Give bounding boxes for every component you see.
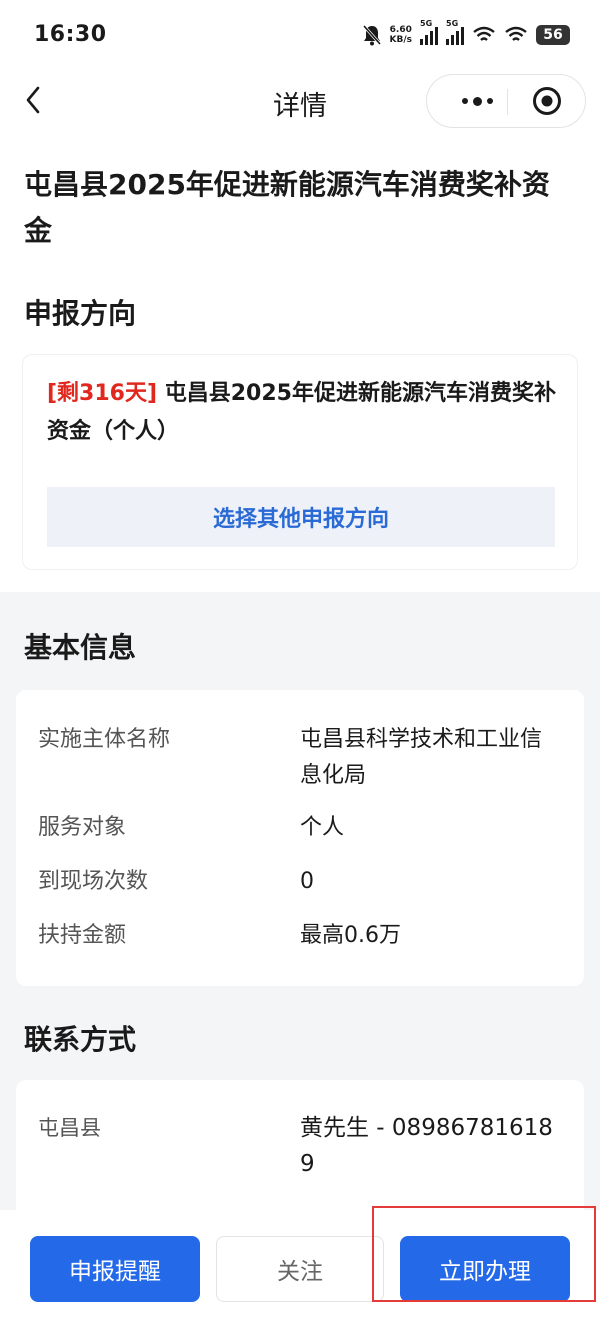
contact-value[interactable]: 黄先生 - 08986781618 9 [300,1110,562,1182]
close-miniprogram-icon[interactable] [531,85,563,117]
capsule-divider [507,89,508,115]
network-speed: 6.60 KB/s [390,25,412,45]
network-speed-unit: KB/s [389,35,412,45]
info-label: 实施主体名称 [38,727,171,752]
network-speed-value: 6.60 [389,25,412,35]
mute-bell-icon [362,25,381,46]
policy-title: 屯昌县2025年促进新能源汽车消费奖补资金 [24,168,550,247]
contact-label: 屯昌县 [38,1116,101,1140]
signal-label: 5G [420,19,433,28]
info-value: 屯昌县科学技术和工业信息化局 [300,727,543,788]
signal-label: 5G [446,19,459,28]
battery-level: 56 [543,27,563,43]
nav-bar: 详情 [0,70,600,130]
status-time: 16:30 [34,22,107,47]
signal-icon: 5G [420,19,438,45]
miniprogram-capsule [426,74,586,128]
basic-info-card: 实施主体名称 屯昌县科学技术和工业信息化局 服务对象 个人 到现场次数 0 扶持… [16,690,584,986]
status-bar: 16:30 6.60 KB/s 5G 5G 56 [0,0,600,70]
signal-icon: 5G [446,19,464,45]
wifi-icon [473,26,495,41]
apply-reminder-button[interactable]: 申报提醒 [30,1236,200,1302]
remaining-days: [剩316天] [47,381,158,406]
basic-info-heading: 基本信息 [24,631,137,664]
contact-card: 屯昌县 黄先生 - 08986781618 9 [16,1080,584,1220]
info-value: 0 [300,869,314,894]
contact-heading: 联系方式 [24,1023,137,1056]
info-label: 到现场次数 [38,869,149,894]
follow-button[interactable]: 关注 [216,1236,384,1302]
info-value: 个人 [300,815,345,840]
battery-icon: 56 [536,25,570,45]
direction-heading: 申报方向 [24,297,137,330]
info-value: 最高0.6万 [300,923,401,948]
direction-card[interactable]: [剩316天] 屯昌县2025年促进新能源汽车消费奖补资金（个人） 选择其他申报… [22,354,578,570]
highlight-annotation-box [372,1206,596,1302]
wifi-icon [505,26,527,41]
info-label: 服务对象 [38,815,127,840]
more-icon[interactable] [449,75,505,127]
top-section: 屯昌县2025年促进新能源汽车消费奖补资金 申报方向 [剩316天] 屯昌县20… [0,130,600,592]
select-other-direction-button[interactable]: 选择其他申报方向 [47,487,555,547]
status-icons: 6.60 KB/s 5G 5G 56 [362,19,570,48]
direction-text: [剩316天] 屯昌县2025年促进新能源汽车消费奖补资金（个人） [47,375,557,451]
info-label: 扶持金额 [38,923,127,948]
